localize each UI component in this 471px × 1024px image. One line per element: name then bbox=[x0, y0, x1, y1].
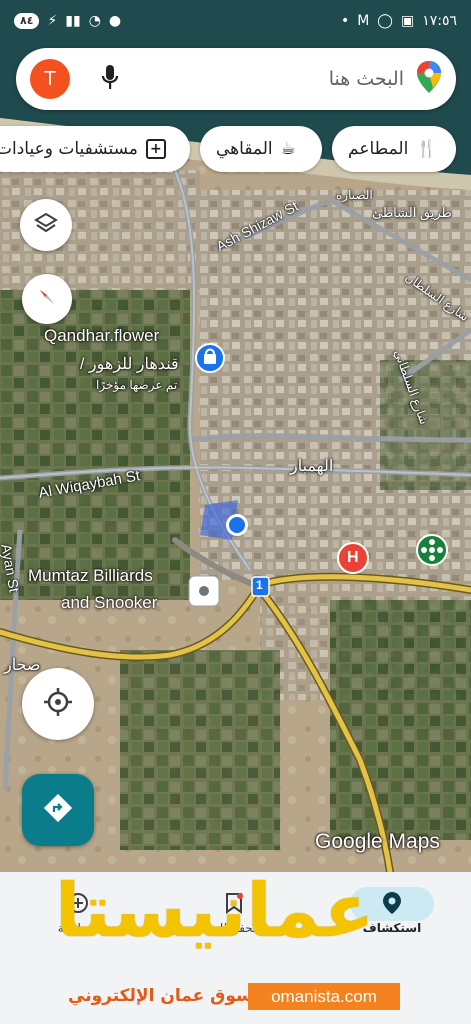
label-qandhar-en: Qandhar.flower bbox=[44, 326, 160, 345]
chip-cafes[interactable]: المقاهي ☕ bbox=[200, 126, 322, 172]
label-dbara: الضبارة bbox=[336, 188, 373, 202]
coffee-icon: ☕ bbox=[280, 139, 296, 159]
chip-hospitals-label: مستشفيات وعيادات bbox=[0, 139, 138, 159]
layers-button[interactable] bbox=[20, 199, 72, 251]
battery-indicator: ٨٤ bbox=[14, 13, 40, 29]
category-chips: المطاعم 🍴 المقاهي ☕ مستشفيات وعيادات + bbox=[0, 126, 471, 172]
signal-icon: ▮▮ bbox=[65, 13, 81, 29]
my-location-dot bbox=[229, 517, 245, 533]
label-billiards-2: and Snooker bbox=[61, 593, 158, 612]
chip-restaurants[interactable]: المطاعم 🍴 bbox=[332, 126, 456, 172]
chip-cafes-label: المقاهي bbox=[216, 139, 273, 159]
fork-knife-icon: 🍴 bbox=[416, 139, 438, 159]
label-billiards-1: Mumtaz Billiards bbox=[28, 566, 153, 585]
my-location-button[interactable] bbox=[22, 668, 94, 740]
wifi-icon: ◔ bbox=[88, 13, 101, 29]
watermark-url: omanista.com bbox=[248, 983, 400, 1010]
avatar[interactable]: T bbox=[30, 59, 70, 99]
compass-icon bbox=[34, 284, 60, 314]
google-maps-attribution: Google Maps bbox=[315, 830, 440, 853]
charging-icon: ⚡ bbox=[47, 13, 58, 29]
shopping-pin[interactable] bbox=[195, 343, 225, 373]
label-shati: طريق الشاطئ bbox=[372, 205, 452, 220]
hospital-icon: + bbox=[145, 139, 166, 159]
gmail-icon: M bbox=[357, 13, 370, 29]
chip-restaurants-label: المطاعم bbox=[348, 139, 409, 159]
layers-icon bbox=[34, 211, 58, 239]
explore-icon bbox=[382, 891, 402, 918]
screenshot-icon: ▣ bbox=[400, 13, 415, 29]
microphone-icon[interactable] bbox=[100, 63, 120, 95]
compass-button[interactable] bbox=[22, 274, 72, 324]
dot-icon: • bbox=[340, 13, 350, 29]
whatsapp-icon: ◯ bbox=[377, 13, 393, 29]
crosshair-icon bbox=[43, 687, 73, 721]
search-bar[interactable]: T البحث هنا bbox=[16, 48, 456, 110]
watermark-subtitle: سوق عمان الإلكتروني bbox=[68, 986, 253, 1006]
status-bar: ٨٤ ⚡ ▮▮ ◔ ● • M ◯ ▣ ١٧:٥٦ bbox=[0, 0, 471, 42]
park-pin[interactable] bbox=[416, 534, 448, 566]
location-icon: ● bbox=[108, 13, 122, 29]
google-maps-logo-icon bbox=[416, 60, 442, 98]
billiards-pin[interactable] bbox=[188, 575, 220, 607]
hospital-letter: H bbox=[347, 549, 359, 566]
status-time: ١٧:٥٦ bbox=[422, 13, 457, 29]
directions-icon bbox=[43, 793, 73, 827]
label-qandhar-ar: / قندهار للزهور bbox=[80, 356, 179, 373]
route-number: 1 bbox=[256, 578, 263, 592]
watermark-brand: عمانيستا bbox=[55, 868, 375, 954]
label-al-hambar: الهمبار bbox=[290, 458, 334, 475]
search-input[interactable]: البحث هنا bbox=[120, 68, 416, 90]
directions-button[interactable] bbox=[22, 774, 94, 846]
label-left-place: صحار bbox=[4, 657, 41, 674]
label-qandhar-note: تم عرضها مؤخرًا bbox=[96, 378, 178, 392]
chip-hospitals[interactable]: مستشفيات وعيادات + bbox=[0, 126, 190, 172]
